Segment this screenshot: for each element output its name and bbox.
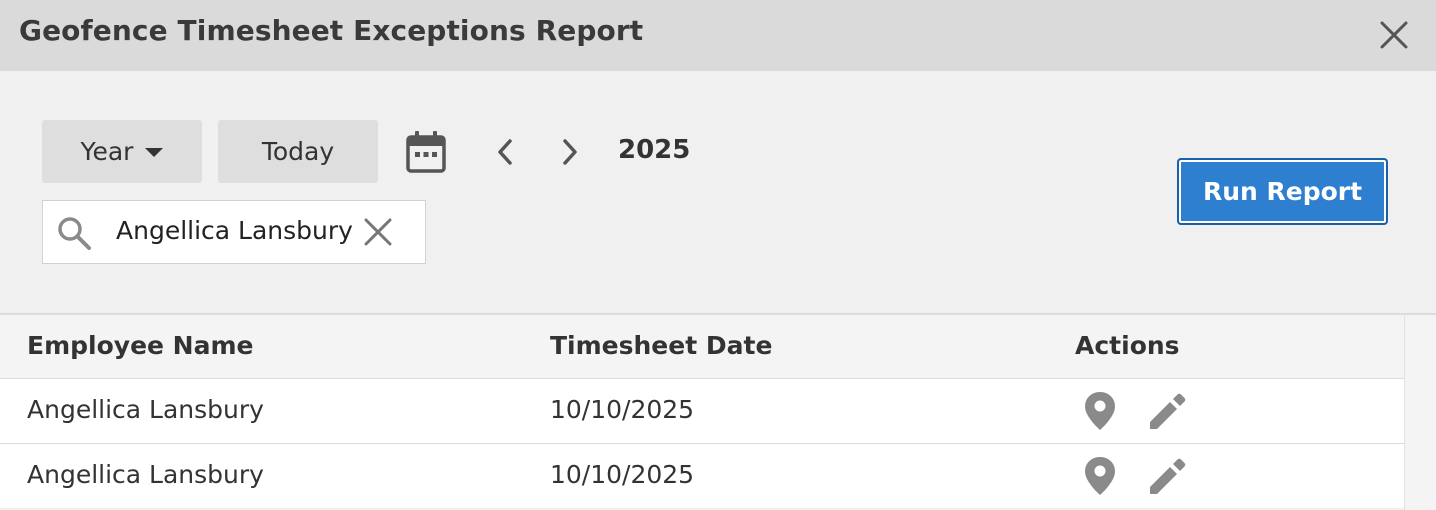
caret-down-icon [145,148,164,157]
dialog-titlebar: Geofence Timesheet Exceptions Report [0,0,1436,71]
table-row: Angellica Lansbury 10/10/2025 [0,378,1404,443]
run-report-button[interactable]: Run Report [1177,158,1388,225]
today-button[interactable]: Today [218,120,378,183]
employee-name-cell: Angellica Lansbury [27,460,264,489]
calendar-icon[interactable] [406,131,446,173]
period-select-label: Year [80,137,134,166]
run-report-label: Run Report [1202,177,1363,206]
clear-icon[interactable] [363,217,393,247]
search-icon [58,217,91,250]
table-header: Employee Name Timesheet Date Actions [0,315,1404,378]
chevron-left-icon[interactable] [493,138,517,166]
map-pin-icon[interactable] [1083,456,1117,496]
table-row: Angellica Lansbury 10/10/2025 [0,443,1404,508]
employee-search-field[interactable]: Angellica Lansbury [42,200,426,264]
search-input[interactable]: Angellica Lansbury [116,216,356,245]
period-value: 2025 [618,135,691,165]
dialog-title: Geofence Timesheet Exceptions Report [19,14,644,47]
period-select-button[interactable]: Year [42,120,202,183]
chevron-right-icon[interactable] [558,138,582,166]
timesheet-date-cell: 10/10/2025 [550,395,695,424]
column-header-actions: Actions [1075,331,1180,360]
close-icon[interactable] [1378,19,1410,51]
employee-name-cell: Angellica Lansbury [27,395,264,424]
exceptions-table: Employee Name Timesheet Date Actions Ang… [0,313,1436,510]
report-toolbar: Year Today 2025 Angellica Lansbury Run R… [0,71,1436,313]
table-scrollbar[interactable] [1404,315,1436,510]
table-body: Employee Name Timesheet Date Actions Ang… [0,315,1404,510]
today-button-label: Today [261,137,335,166]
pencil-icon[interactable] [1146,391,1188,433]
map-pin-icon[interactable] [1083,391,1117,431]
column-header-timesheet-date[interactable]: Timesheet Date [550,331,772,360]
column-header-employee-name[interactable]: Employee Name [27,331,253,360]
timesheet-date-cell: 10/10/2025 [550,460,695,489]
pencil-icon[interactable] [1146,456,1188,498]
